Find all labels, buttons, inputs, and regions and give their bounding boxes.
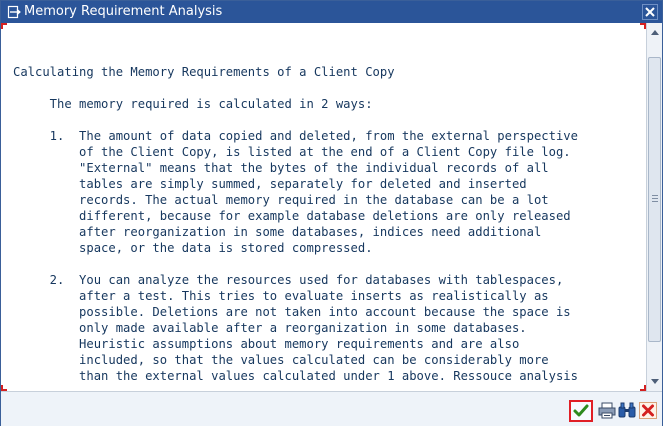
close-icon[interactable] (642, 4, 658, 20)
cancel-x-icon (639, 402, 657, 419)
corner-marker (1, 23, 7, 29)
button-bar (1, 391, 662, 426)
dialog-window: Memory Requirement Analysis Calculating … (0, 0, 663, 426)
thumb-grip-line (652, 198, 658, 199)
window-title: Memory Requirement Analysis (24, 4, 223, 19)
printer-icon (598, 402, 616, 419)
title-bar[interactable]: Memory Requirement Analysis (1, 1, 662, 23)
document-viewer[interactable]: Calculating the Memory Requirements of a… (1, 23, 646, 391)
scroll-thumb[interactable] (648, 57, 661, 342)
cancel-button[interactable] (638, 401, 658, 420)
binoculars-icon (618, 402, 636, 418)
arrow-up-icon[interactable] (649, 27, 661, 39)
thumb-grip-line (652, 195, 658, 196)
thumb-grip-line (652, 201, 658, 202)
find-button[interactable] (617, 401, 637, 420)
confirm-button[interactable] (569, 400, 593, 422)
vertical-scrollbar[interactable] (646, 23, 662, 391)
checkmark-icon (573, 404, 589, 417)
document-arrow-icon (7, 5, 21, 19)
corner-marker (640, 23, 646, 29)
print-button[interactable] (597, 401, 617, 420)
document-text: Calculating the Memory Requirements of a… (13, 65, 578, 383)
arrow-down-icon[interactable] (649, 375, 661, 387)
